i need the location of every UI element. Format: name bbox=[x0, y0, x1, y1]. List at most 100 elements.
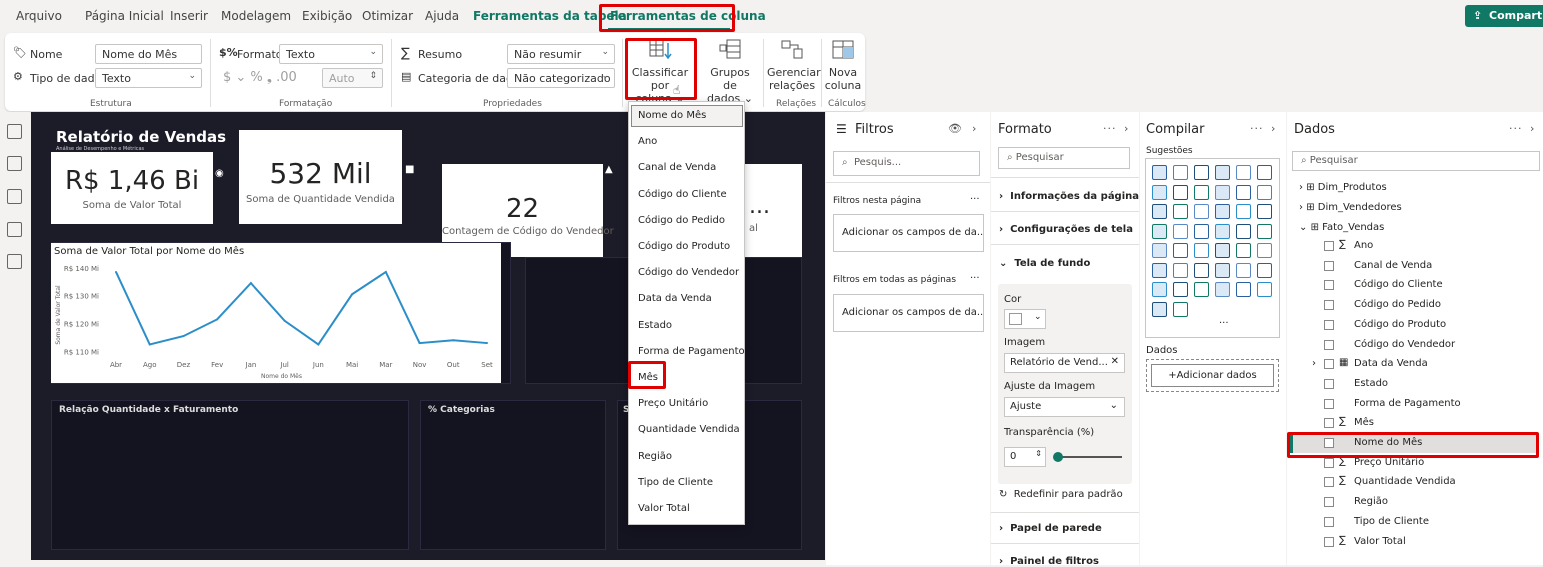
more-options-icon[interactable]: ··· bbox=[1103, 122, 1117, 135]
filters-page-drop-area[interactable]: Adicionar os campos de da... bbox=[833, 214, 984, 252]
model-view-icon[interactable] bbox=[7, 189, 22, 204]
visual-type-icon[interactable] bbox=[1215, 165, 1230, 180]
sort-option[interactable]: Preço Unitário bbox=[638, 398, 708, 409]
collapse-icon[interactable]: › bbox=[1124, 122, 1129, 135]
reset-default-link[interactable]: ↻ Redefinir para padrão bbox=[999, 489, 1123, 500]
section-filters-panel[interactable]: › Painel de filtros bbox=[999, 556, 1099, 567]
field-name[interactable]: Código do Produto bbox=[1354, 319, 1446, 330]
manage-relations-button[interactable]: Gerenciar relações bbox=[767, 37, 821, 92]
visual-type-icon[interactable] bbox=[1236, 204, 1251, 219]
section-wallpaper[interactable]: › Papel de parede bbox=[999, 523, 1102, 534]
visual-type-icon[interactable] bbox=[1236, 282, 1251, 297]
visual-type-icon[interactable] bbox=[1194, 282, 1209, 297]
section-canvas-settings[interactable]: › Configurações de tela bbox=[999, 224, 1133, 235]
name-input[interactable]: Nome do Mês bbox=[95, 44, 202, 64]
sort-option[interactable]: Canal de Venda bbox=[638, 162, 716, 173]
visual-type-icon[interactable] bbox=[1257, 262, 1272, 278]
field-checkbox[interactable] bbox=[1324, 359, 1334, 370]
visual-type-icon[interactable] bbox=[1215, 223, 1230, 239]
field-name[interactable]: Data da Venda bbox=[1354, 358, 1428, 369]
category-select[interactable]: Não categorizado ⌄ bbox=[507, 68, 615, 88]
field-checkbox[interactable] bbox=[1324, 477, 1334, 488]
field-name[interactable]: Preço Unitário bbox=[1354, 457, 1424, 468]
sort-option[interactable]: Ano bbox=[638, 136, 657, 147]
field-name[interactable]: Canal de Venda bbox=[1354, 260, 1432, 271]
field-name[interactable]: Código do Vendedor bbox=[1354, 339, 1455, 350]
more-options-icon[interactable]: ··· bbox=[970, 194, 980, 205]
visual-type-icon[interactable] bbox=[1194, 223, 1209, 239]
visual-type-icon[interactable] bbox=[1152, 184, 1167, 200]
visual-type-icon[interactable] bbox=[1152, 243, 1167, 258]
visual-type-icon[interactable] bbox=[1194, 262, 1209, 278]
chevron-down-icon[interactable]: ⌄ bbox=[1299, 222, 1311, 233]
visual-type-icon[interactable] bbox=[1236, 223, 1251, 239]
visual-type-icon[interactable] bbox=[1173, 243, 1188, 258]
visual-type-icon[interactable] bbox=[1173, 262, 1188, 278]
sort-option[interactable]: Forma de Pagamento bbox=[638, 346, 745, 357]
visual-type-icon[interactable] bbox=[1257, 184, 1272, 200]
visual-type-icon[interactable] bbox=[1173, 204, 1188, 219]
field-checkbox[interactable] bbox=[1324, 241, 1334, 251]
sort-by-column-dropdown[interactable]: Nome do Mês Ano Canal de Venda Código do Cl… bbox=[628, 101, 745, 525]
visual-type-icon[interactable] bbox=[1236, 165, 1251, 180]
new-column-button[interactable]: Nova coluna bbox=[824, 37, 862, 92]
panel-categories[interactable] bbox=[420, 400, 606, 550]
collapse-icon[interactable]: › bbox=[972, 122, 977, 135]
field-checkbox[interactable] bbox=[1324, 536, 1334, 547]
visual-type-icon[interactable] bbox=[1194, 243, 1209, 258]
visual-type-icon[interactable] bbox=[1173, 301, 1188, 317]
visual-type-icon[interactable] bbox=[1257, 223, 1272, 239]
visual-type-icon[interactable] bbox=[1236, 243, 1251, 258]
visual-type-icon[interactable] bbox=[1152, 223, 1167, 239]
table-node[interactable]: ⌄ ⊞ Fato_Vendas bbox=[1299, 222, 1384, 233]
menu-arquivo[interactable]: Arquivo bbox=[16, 9, 62, 23]
field-checkbox[interactable] bbox=[1324, 300, 1334, 311]
field-checkbox[interactable] bbox=[1324, 319, 1334, 330]
visual-type-icon[interactable] bbox=[1152, 262, 1167, 278]
visual-type-icon[interactable] bbox=[1215, 282, 1230, 297]
field-name[interactable]: Quantidade Vendida bbox=[1354, 476, 1456, 487]
filters-all-drop-area[interactable]: Adicionar os campos de da... bbox=[833, 294, 984, 332]
chevron-right-icon[interactable]: › bbox=[1312, 358, 1316, 369]
field-checkbox[interactable] bbox=[1324, 516, 1334, 527]
sort-option[interactable]: Quantidade Vendida bbox=[638, 424, 740, 435]
data-groups-button[interactable]: Grupos de dados ⌄ bbox=[702, 37, 758, 105]
table-node[interactable]: › ⊞ Dim_Vendedores bbox=[1299, 202, 1402, 213]
visual-type-icon[interactable] bbox=[1215, 204, 1230, 219]
eye-icon[interactable]: 👁 bbox=[948, 122, 963, 135]
format-search-input[interactable]: ⌕ Pesquisar bbox=[998, 147, 1130, 169]
slider-thumb[interactable] bbox=[1053, 452, 1063, 462]
data-type-select[interactable]: Texto ⌄ bbox=[95, 68, 202, 88]
tmdl-view-icon[interactable] bbox=[7, 254, 22, 269]
sort-option[interactable]: Valor Total bbox=[638, 503, 690, 514]
visual-type-icon[interactable] bbox=[1215, 184, 1230, 200]
color-picker[interactable]: ⌄ bbox=[1004, 309, 1046, 329]
image-input[interactable]: Relatório de Vend... ✕ bbox=[1004, 353, 1125, 373]
visual-type-icon[interactable] bbox=[1257, 165, 1272, 180]
visual-type-icon[interactable] bbox=[1236, 262, 1251, 278]
field-checkbox[interactable] bbox=[1324, 378, 1334, 389]
kpi-card-valor-total[interactable]: R$ 1,46 Bi Soma de Valor Total bbox=[51, 152, 213, 224]
visual-type-icon[interactable] bbox=[1173, 165, 1188, 180]
summary-select[interactable]: Não resumir ⌄ bbox=[507, 44, 615, 64]
visual-type-icon[interactable] bbox=[1173, 282, 1188, 297]
field-name[interactable]: Ano bbox=[1354, 240, 1373, 251]
filters-search-input[interactable]: ⌕ Pesquis... bbox=[833, 151, 980, 176]
visual-type-icon[interactable] bbox=[1215, 262, 1230, 278]
menu-modelagem[interactable]: Modelagem bbox=[221, 9, 291, 23]
section-background[interactable]: ⌄ Tela de fundo bbox=[999, 258, 1090, 269]
sort-option[interactable]: Data da Venda bbox=[638, 293, 712, 304]
more-options-icon[interactable]: ··· bbox=[1250, 122, 1264, 135]
sort-option[interactable]: Código do Pedido bbox=[638, 215, 725, 226]
field-name[interactable]: Valor Total bbox=[1354, 536, 1406, 547]
menu-inserir[interactable]: Inserir bbox=[170, 9, 208, 23]
visual-type-icon[interactable] bbox=[1215, 243, 1230, 258]
dax-query-icon[interactable] bbox=[7, 222, 22, 237]
menu-exibicao[interactable]: Exibição bbox=[302, 9, 352, 23]
clear-icon[interactable]: ✕ bbox=[1111, 356, 1119, 367]
field-checkbox[interactable] bbox=[1324, 339, 1334, 350]
table-node[interactable]: › ⊞ Dim_Produtos bbox=[1299, 182, 1387, 193]
collapse-icon[interactable]: › bbox=[1271, 122, 1276, 135]
table-view-icon[interactable] bbox=[7, 156, 22, 171]
visual-type-icon[interactable] bbox=[1257, 243, 1272, 258]
